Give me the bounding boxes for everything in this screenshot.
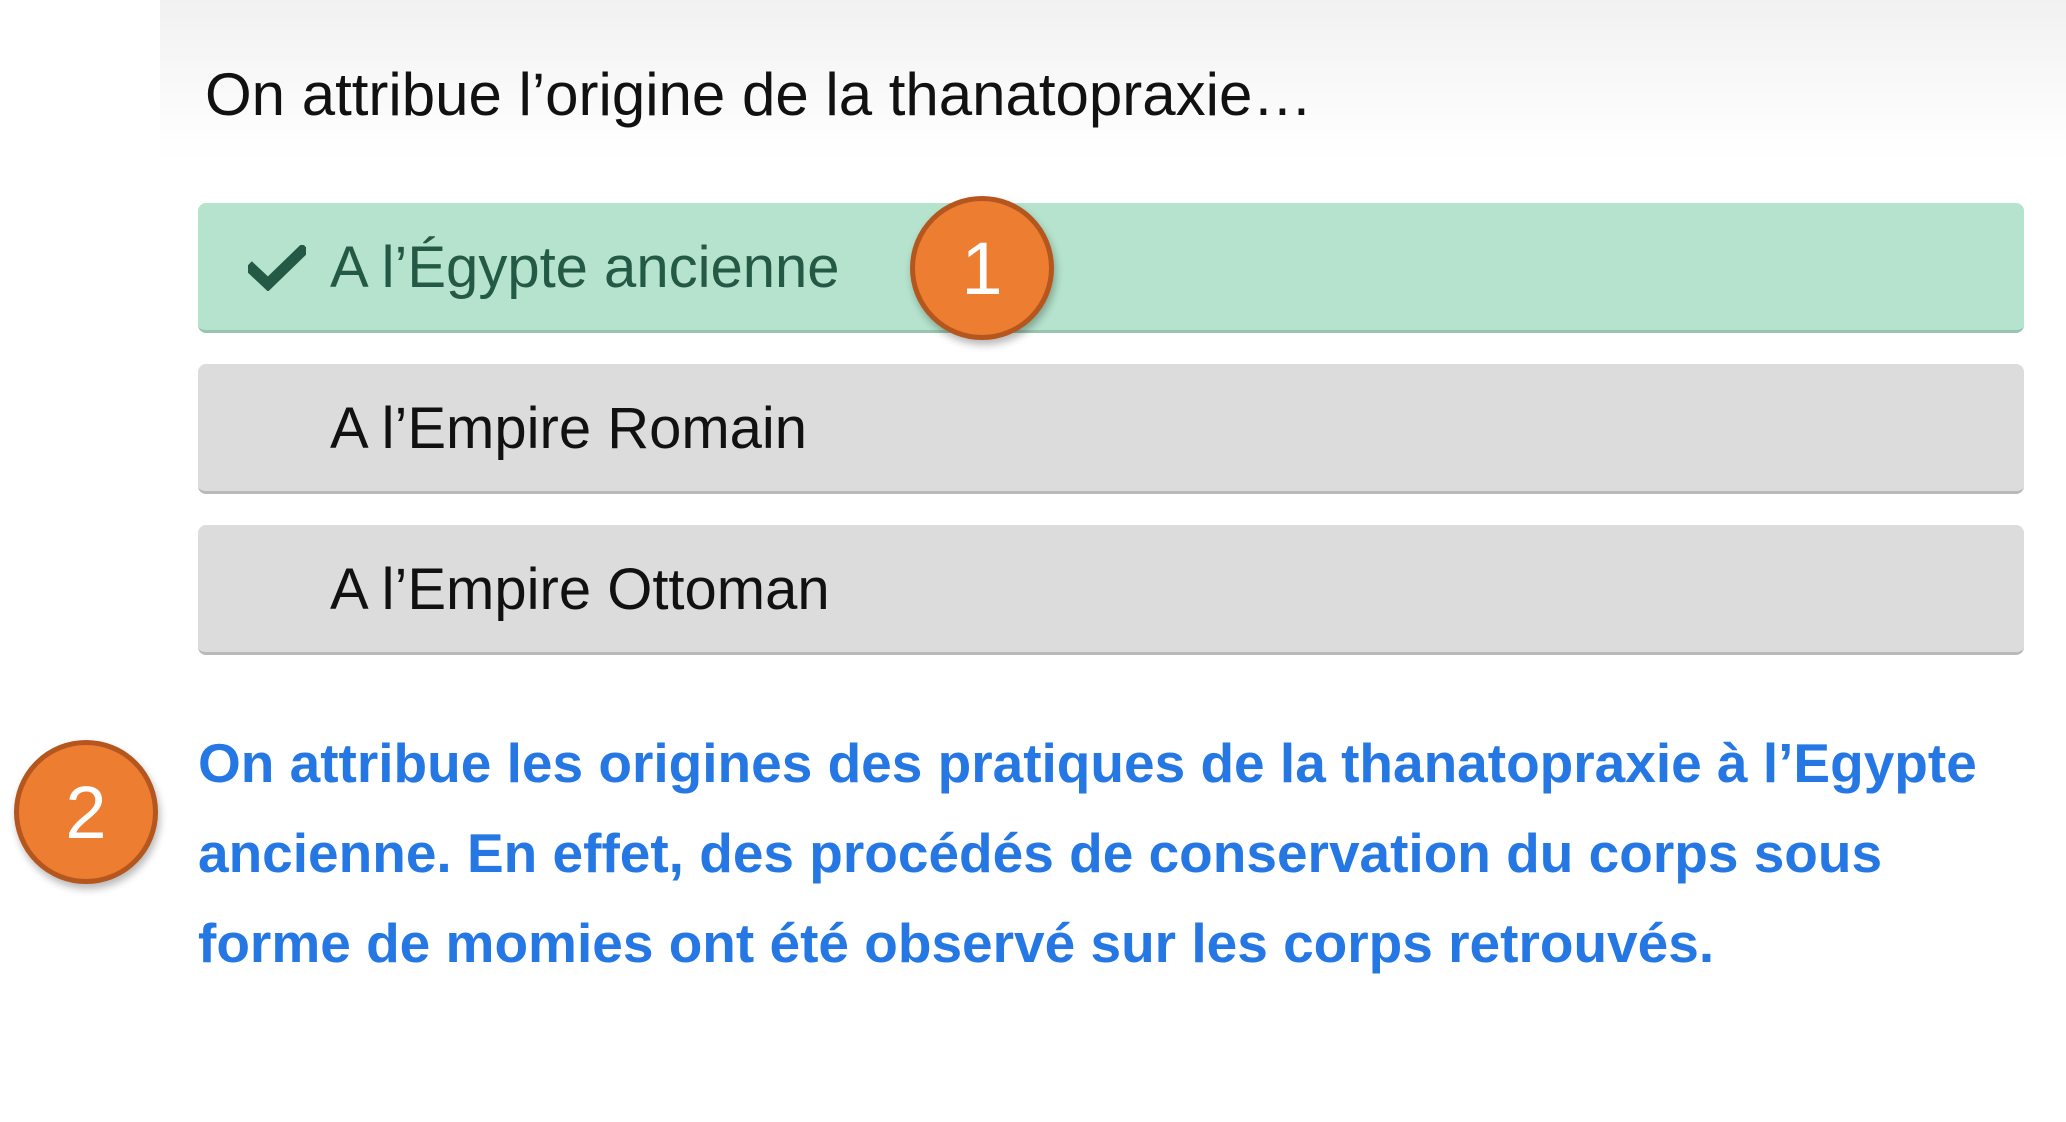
check-icon: [248, 245, 306, 291]
callout-marker-1: 1: [910, 196, 1054, 340]
answer-option-ottoman[interactable]: A l’Empire Ottoman: [198, 525, 2024, 655]
answer-option-label: A l’Empire Romain: [330, 396, 808, 461]
question-text: On attribue l’origine de la thanatopraxi…: [205, 61, 1313, 128]
callout-marker-2: 2: [14, 740, 158, 884]
answer-option-egypte[interactable]: A l’Égypte ancienne: [198, 203, 2024, 333]
answer-option-label: A l’Égypte ancienne: [330, 235, 840, 300]
answer-option-label: A l’Empire Ottoman: [330, 557, 830, 622]
answer-option-romain[interactable]: A l’Empire Romain: [198, 364, 2024, 494]
answer-explanation: On attribue les origines des pratiques d…: [198, 732, 1977, 974]
